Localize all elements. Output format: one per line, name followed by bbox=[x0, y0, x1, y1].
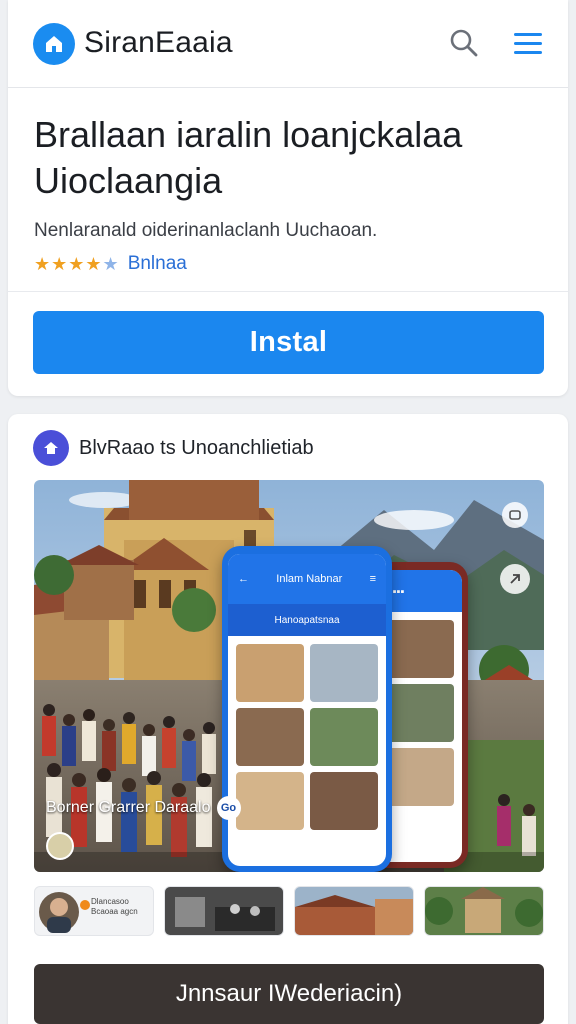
phone-banner: Hanoapatsnaa bbox=[228, 604, 386, 636]
screenshot-hero[interactable]: ◎ ▪▪▪ ← Inlam Nabnar ≡ Hanoapatsnaa Born… bbox=[34, 480, 544, 872]
search-icon[interactable] bbox=[448, 27, 480, 59]
phone-header-title: Inlam Nabnar bbox=[276, 573, 343, 585]
next-arrow-icon[interactable] bbox=[500, 564, 530, 594]
profile-thumb[interactable]: Dlancasoo Bcaoaa agcn bbox=[34, 886, 154, 936]
market-thumb[interactable] bbox=[164, 886, 284, 936]
expand-icon[interactable] bbox=[502, 502, 528, 528]
app-name: SiranEaaia bbox=[84, 26, 233, 59]
home-icon[interactable] bbox=[33, 23, 75, 65]
developer-badge-icon bbox=[33, 430, 69, 466]
phone-tile-grid bbox=[228, 636, 386, 838]
hamburger-menu-icon[interactable] bbox=[512, 28, 544, 60]
divider bbox=[8, 291, 568, 292]
village-thumb[interactable] bbox=[294, 886, 414, 936]
temple-thumb[interactable] bbox=[424, 886, 544, 936]
app-title: Brallaan iaralin loanjckalaa Uioclaangia bbox=[34, 114, 463, 201]
menu-icon: ≡ bbox=[369, 573, 376, 585]
caption-badge: Go bbox=[216, 796, 241, 820]
media-card: BlvRaao ts Unoanchlietiab ◎ ▪▪▪ ← Inlam … bbox=[8, 414, 568, 1024]
top-bar: SiranEaaia bbox=[8, 0, 568, 88]
back-arrow-icon: ← bbox=[238, 573, 249, 585]
star-rating-icon: ★★★★★ bbox=[34, 253, 120, 274]
phone-appbar: ← Inlam Nabnar ≡ bbox=[228, 554, 386, 604]
install-button[interactable]: Instal bbox=[33, 311, 544, 374]
primary-cta-button[interactable]: Jnnsaur IWederiacin) bbox=[34, 964, 544, 1024]
thumb-caption: Dlancasoo Bcaoaa agcn bbox=[91, 897, 138, 916]
phone-mockup-front: ← Inlam Nabnar ≡ Hanoapatsnaa bbox=[222, 546, 392, 872]
rating-label[interactable]: Bnlnaa bbox=[128, 253, 187, 275]
app-header-card: SiranEaaia Brallaan iaralin loanjckalaa … bbox=[8, 0, 568, 396]
app-subtitle: Nenlaranald oiderinanlaclanh Uuchaoan. bbox=[34, 220, 378, 241]
caption-text: Borner Grarrer Daraalo bbox=[46, 799, 211, 816]
developer-row[interactable]: BlvRaao ts Unoanchlietiab bbox=[33, 430, 314, 466]
avatar bbox=[46, 832, 74, 860]
rating: ★★★★★ Bnlnaa bbox=[34, 253, 187, 275]
screenshot-caption: Borner Grarrer Daraalo Go bbox=[46, 796, 241, 820]
thumbnail-strip: Dlancasoo Bcaoaa agcn bbox=[34, 886, 544, 936]
developer-name: BlvRaao ts Unoanchlietiab bbox=[79, 436, 314, 459]
